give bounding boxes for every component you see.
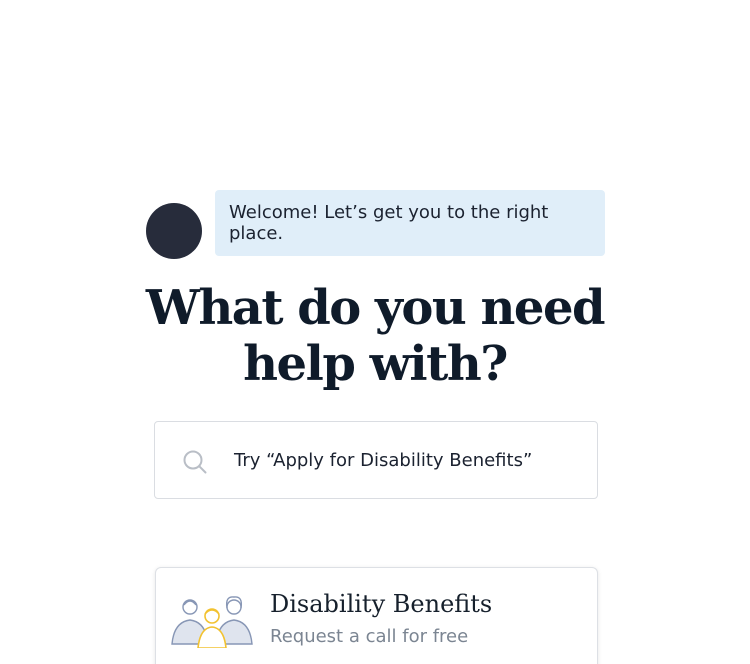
- people-group-icon: [171, 596, 253, 648]
- heading-line-2: help with?: [243, 336, 508, 392]
- assistant-page: Welcome! Let’s get you to the right plac…: [0, 0, 750, 664]
- welcome-message: Welcome! Let’s get you to the right plac…: [229, 202, 549, 244]
- search-placeholder: Try “Apply for Disability Benefits”: [234, 449, 533, 471]
- welcome-bubble: Welcome! Let’s get you to the right plac…: [215, 190, 605, 256]
- card-subtitle: Request a call for free: [270, 626, 469, 647]
- search-input[interactable]: Try “Apply for Disability Benefits”: [154, 421, 598, 499]
- assistant-avatar: [146, 203, 202, 259]
- card-disability-benefits[interactable]: Disability Benefits Request a call for f…: [155, 567, 598, 664]
- page-heading: What do you need help with?: [0, 280, 750, 392]
- search-icon: [183, 450, 207, 474]
- card-title: Disability Benefits: [270, 590, 493, 618]
- heading-line-1: What do you need: [145, 280, 606, 336]
